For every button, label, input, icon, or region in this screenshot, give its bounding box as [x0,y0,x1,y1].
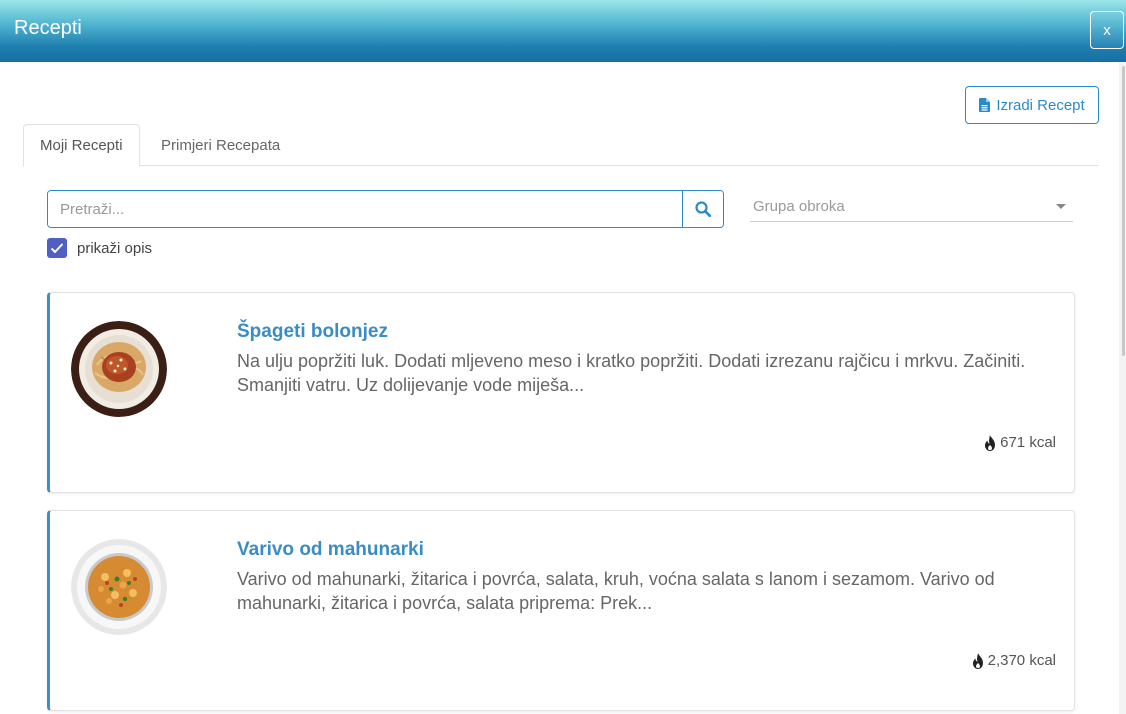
fire-icon [972,652,983,669]
create-recipe-label: Izradi Recept [996,96,1085,114]
close-button[interactable]: x [1090,11,1124,49]
modal-header: Recepti x [0,0,1126,62]
recipe-calories: 2,370 kcal [972,652,1056,669]
checkmark-icon [50,243,64,254]
scrollbar-thumb[interactable] [1122,66,1125,356]
tab-example-recipes[interactable]: Primjeri Recepata [145,124,296,166]
show-description-label: prikaži opis [77,239,153,257]
show-description-checkbox[interactable] [47,238,67,258]
meal-group-select[interactable]: Grupa obroka [750,192,1073,222]
recipe-title[interactable]: Špageti bolonjez [237,321,388,343]
chevron-down-icon [1056,204,1066,209]
search-input[interactable] [48,191,682,227]
stew-bowl-icon [71,539,167,635]
recipe-image [71,321,167,417]
recipe-tabs: Moji Recepti Primjeri Recepata [23,124,1099,167]
show-description-toggle[interactable]: prikaži opis [47,238,152,258]
recipe-card[interactable]: Špageti bolonjez Na ulju popržiti luk. D… [47,292,1075,493]
create-recipe-button[interactable]: Izradi Recept [965,86,1099,124]
recipe-description: Varivo od mahunarki, žitarica i povrća, … [237,569,995,613]
search-button[interactable] [682,191,723,227]
search-group [47,190,724,228]
search-icon [695,201,711,217]
recipe-card[interactable]: Varivo od mahunarki Varivo od mahunarki,… [47,510,1075,711]
spaghetti-plate-icon [71,321,167,417]
recipe-image [71,539,167,635]
recipe-calories: 671 kcal [984,434,1056,451]
meal-group-placeholder: Grupa obroka [753,198,845,215]
file-icon [979,98,991,112]
recipe-calories-value: 2,370 kcal [987,652,1056,669]
tab-my-recipes[interactable]: Moji Recepti [23,124,140,167]
recipe-calories-value: 671 kcal [1000,434,1056,451]
recipe-title[interactable]: Varivo od mahunarki [237,539,424,561]
modal-title: Recepti [14,17,82,39]
recipe-description: Na ulju popržiti luk. Dodati mljeveno me… [237,351,1026,395]
fire-icon [985,434,996,451]
